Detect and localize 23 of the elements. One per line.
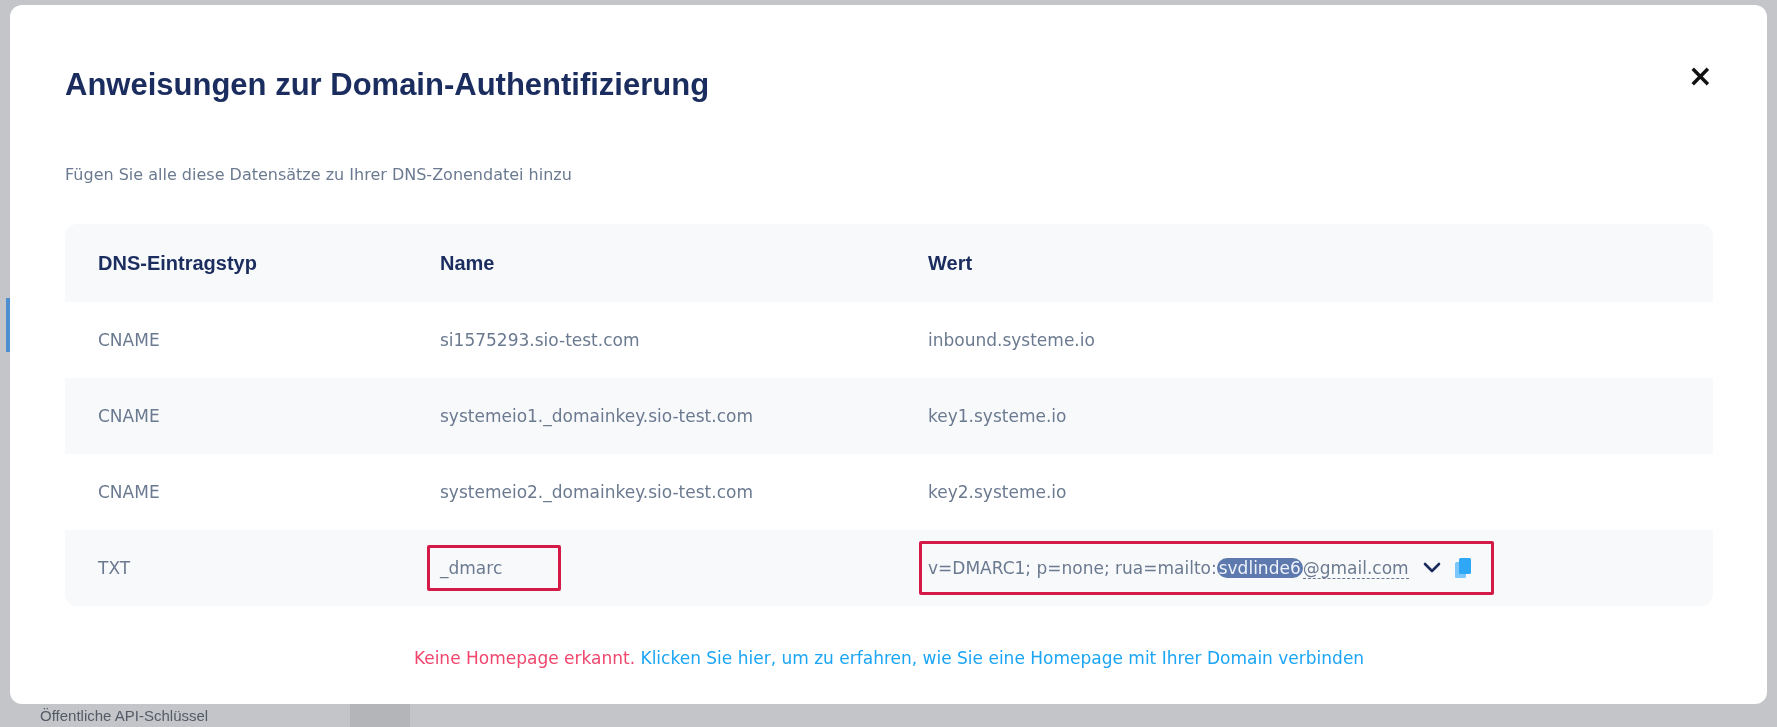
- instruction-text: Fügen Sie alle diese Datensätze zu Ihrer DNS-Zonendatei hinzu: [65, 165, 573, 184]
- column-header: Name: [440, 251, 496, 275]
- help-link[interactable]: Klicken Sie hier, um zu erfahren, wie Sie eine Homepage mit Ihrer Domain verbinden: [640, 648, 1365, 668]
- column-header: Wert: [928, 251, 974, 275]
- table-cell-text: systemeio1._domainkey.sio-test.com: [440, 405, 753, 429]
- table-cell: inbound.systeme.io: [928, 330, 1095, 350]
- table-cell-text: TXT: [98, 558, 132, 578]
- column-header: DNS-Eintragstyp: [98, 251, 258, 275]
- table-cell: key2.systeme.io: [928, 482, 1067, 502]
- table-cell-text: si1575293.sio-test.com: [440, 329, 640, 352]
- table-cell-text: CNAME: [98, 406, 161, 426]
- table-cell-text: CNAME: [98, 330, 161, 350]
- close-button[interactable]: ×: [1681, 61, 1719, 91]
- table-cell: key1.systeme.io: [928, 406, 1067, 426]
- chevron-down-icon[interactable]: [1422, 562, 1441, 574]
- table-cell: _dmarc: [427, 545, 562, 591]
- warning-text: Keine Homepage erkannt.: [413, 648, 636, 668]
- active-indicator: [6, 298, 10, 352]
- table-cell-text: CNAME: [98, 482, 161, 502]
- table-cell: v=DMARC1; p=none; rua=mailto:svdlinde6@gmail.com: [928, 558, 1409, 578]
- table-cell-text: systemeio2._domainkey.sio-test.com: [440, 481, 753, 505]
- sidebar-item[interactable]: Öffentliche API-Schlüssel: [40, 707, 209, 724]
- dialog-title: Anweisungen zur Domain-Authentifizierung: [65, 67, 710, 103]
